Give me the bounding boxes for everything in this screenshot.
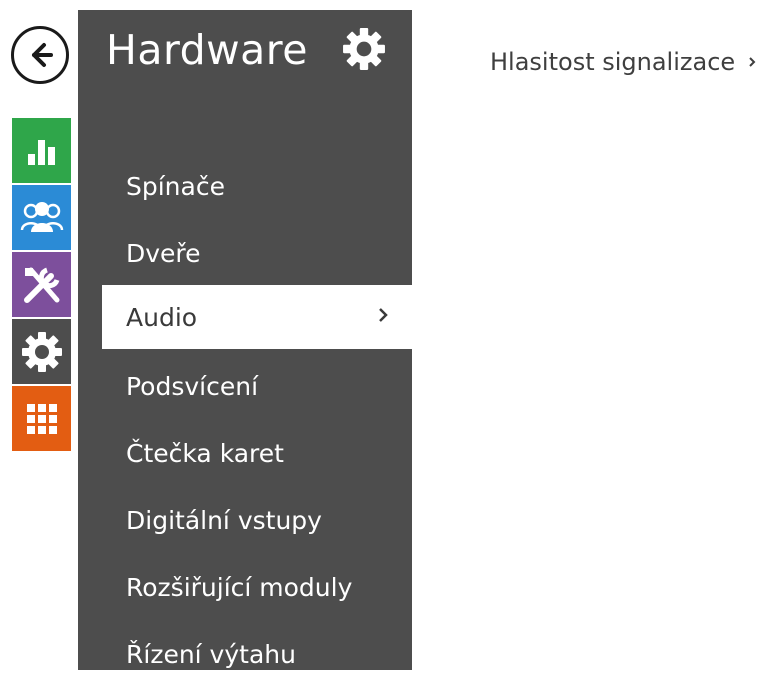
chevron-right-icon	[749, 57, 756, 67]
menu-item-rozsirujici-moduly[interactable]: Rozšiřující moduly	[78, 555, 412, 619]
menu-item-digitalni-vstupy[interactable]: Digitální vstupy	[78, 488, 412, 552]
grid-icon	[26, 403, 57, 434]
menu-item-label: Audio	[126, 302, 198, 332]
tools-icon	[23, 267, 59, 303]
menu-item-rizeni-vytahu[interactable]: Řízení výtahu	[78, 622, 412, 686]
menu-item-label: Čtečka karet	[126, 438, 284, 468]
nav-system-tile[interactable]	[12, 386, 71, 451]
menu-item-label: Řízení výtahu	[126, 639, 296, 669]
menu-item-audio[interactable]: Audio	[102, 285, 412, 349]
main-nav-rail	[12, 118, 71, 451]
nav-hardware-tile[interactable]	[12, 252, 71, 317]
nav-services-tile[interactable]	[12, 319, 71, 384]
menu-item-spinace[interactable]: Spínače	[78, 154, 412, 218]
menu-item-label: Spínače	[126, 171, 225, 201]
nav-directory-tile[interactable]	[12, 185, 71, 250]
users-icon	[20, 201, 63, 232]
menu-item-label: Podsvícení	[126, 371, 259, 401]
gear-icon	[21, 331, 62, 372]
nav-status-tile[interactable]	[12, 118, 71, 183]
menu-item-podsviceni[interactable]: Podsvícení	[78, 354, 412, 418]
breadcrumb[interactable]: Hlasitost signalizace	[490, 48, 757, 76]
page-title: Hardware	[106, 26, 308, 74]
gear-icon[interactable]	[342, 27, 386, 71]
menu-item-label: Digitální vstupy	[126, 505, 322, 535]
breadcrumb-label: Hlasitost signalizace	[490, 48, 736, 76]
chevron-right-icon	[379, 308, 388, 322]
menu-item-label: Rozšiřující moduly	[126, 572, 353, 602]
bar-chart-icon	[27, 139, 55, 165]
menu-item-dvere[interactable]: Dveře	[78, 221, 412, 285]
back-button[interactable]	[11, 26, 69, 84]
menu-item-ctecka-karet[interactable]: Čtečka karet	[78, 421, 412, 485]
back-arrow-icon	[32, 43, 53, 67]
menu-item-label: Dveře	[126, 238, 201, 268]
hardware-menu-panel: Hardware Spínače Dveře Audio Podsvícení …	[78, 10, 412, 670]
